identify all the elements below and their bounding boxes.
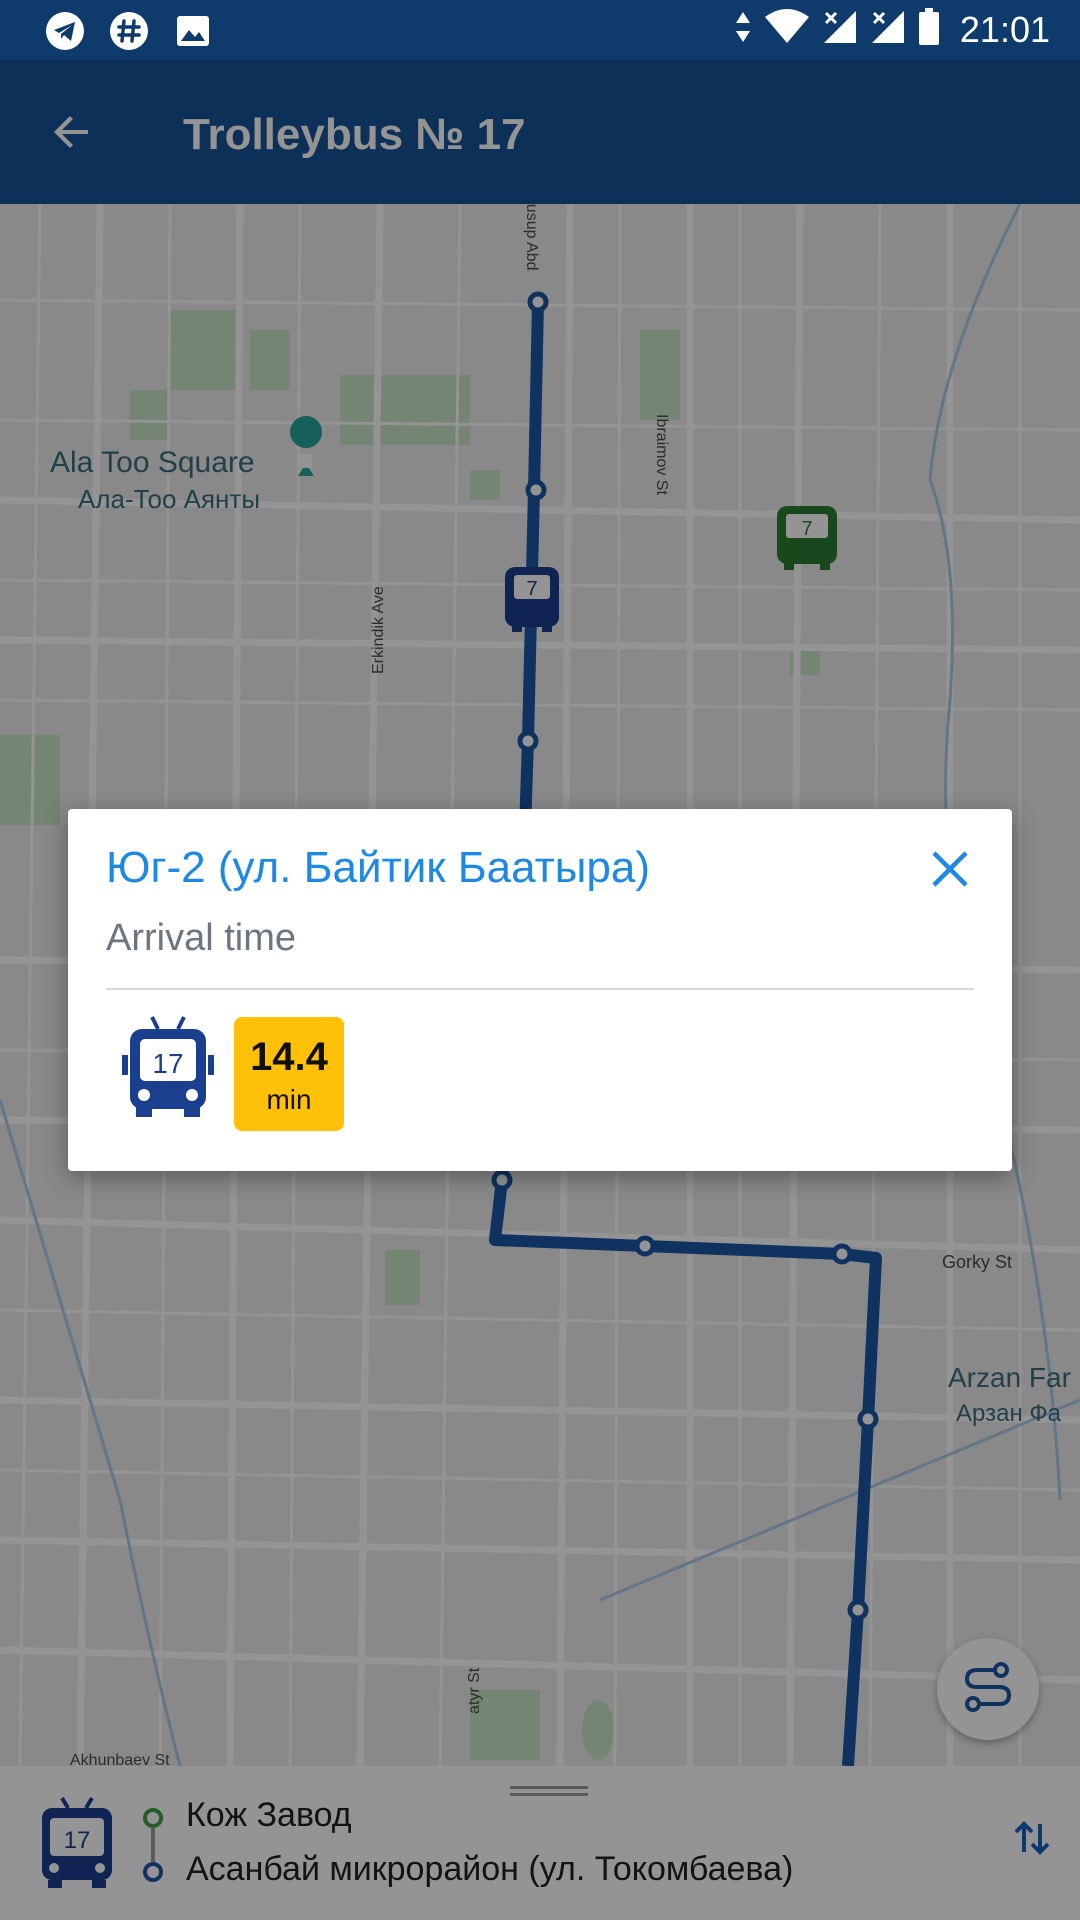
wifi-icon: [764, 9, 810, 50]
eta-badge: 14.4 min: [234, 1017, 344, 1131]
clock: 21:01: [959, 8, 1050, 50]
image-icon: [172, 10, 214, 52]
arrival-time-label: Arrival time: [106, 917, 297, 959]
status-bar: 21:01: [0, 0, 1080, 60]
signal-icon: [870, 9, 906, 50]
battery-icon: [918, 8, 940, 51]
eta-unit: min: [266, 1084, 312, 1115]
eta-value: 14.4: [250, 1035, 328, 1079]
vehicle-number: 17: [152, 1048, 183, 1079]
arrival-popup: Юг-2 (ул. Байтик Баатыра) Arrival time 1…: [68, 809, 1012, 1171]
divider: [106, 988, 974, 990]
stop-name: Юг-2 (ул. Байтик Баатыра): [106, 843, 651, 892]
data-arrows-icon: [734, 10, 752, 49]
telegram-icon: [44, 10, 86, 52]
close-icon[interactable]: [926, 845, 974, 893]
slack-icon: [108, 10, 150, 52]
signal-icon: [822, 9, 858, 50]
trolleybus-icon: 17: [120, 1015, 216, 1119]
